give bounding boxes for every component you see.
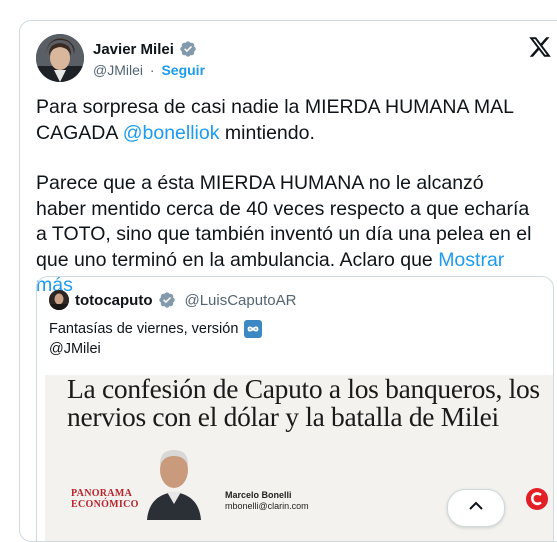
clarin-logo-icon	[525, 487, 549, 511]
quoted-tweet-text: Fantasías de viernes, versión @JMilei	[49, 319, 263, 359]
separator-dot: ·	[149, 62, 155, 78]
quoted-author-handle[interactable]: @LuisCaputoAR	[184, 292, 296, 309]
byline-email: mbonelli@clarin.com	[225, 501, 309, 511]
news-section-label: PANORAMA ECONÓMICO	[71, 488, 139, 510]
byline-name: Marcelo Bonelli	[225, 490, 292, 500]
follow-button[interactable]: Seguir	[161, 62, 205, 78]
verified-badge-icon[interactable]	[179, 40, 197, 58]
tweet-text-p1b: mintiendo.	[219, 121, 315, 144]
news-section-line-1: PANORAMA	[71, 488, 133, 499]
author-name[interactable]: Javier Milei	[93, 41, 174, 58]
quoted-verified-badge-icon[interactable]	[158, 291, 176, 309]
news-section-line-2: ECONÓMICO	[71, 499, 139, 510]
news-byline: Marcelo Bonelli mbonelli@clarin.com	[225, 490, 309, 512]
tweet-header: Javier Milei @JMilei · Seguir	[36, 34, 556, 84]
quoted-tweet-header: totocaputo @LuisCaputoAR	[49, 290, 296, 310]
tweet-paragraph-1: Para sorpresa de casi nadie la MIERDA HU…	[36, 95, 536, 146]
chevron-up-icon	[469, 501, 483, 510]
quoted-author-avatar[interactable]	[49, 290, 69, 310]
infinity-emoji-icon	[244, 320, 263, 338]
mention-link[interactable]: @bonelliok	[123, 122, 220, 144]
x-logo-icon[interactable]	[528, 35, 552, 59]
columnist-photo	[139, 440, 209, 520]
news-headline: La confesión de Caputo a los banqueros, …	[67, 375, 540, 432]
author-avatar[interactable]	[36, 34, 84, 82]
quoted-text-line-1: Fantasías de viernes, versión	[49, 321, 239, 337]
author-handle[interactable]: @JMilei	[93, 62, 143, 78]
quoted-author-name[interactable]: totocaputo	[75, 292, 152, 309]
author-info: Javier Milei @JMilei · Seguir	[93, 40, 205, 79]
tweet-card[interactable]: Javier Milei @JMilei · Seguir Para sorpr	[19, 20, 557, 542]
scroll-up-button[interactable]	[447, 489, 505, 527]
quoted-text-line-2: @JMilei	[49, 341, 101, 357]
